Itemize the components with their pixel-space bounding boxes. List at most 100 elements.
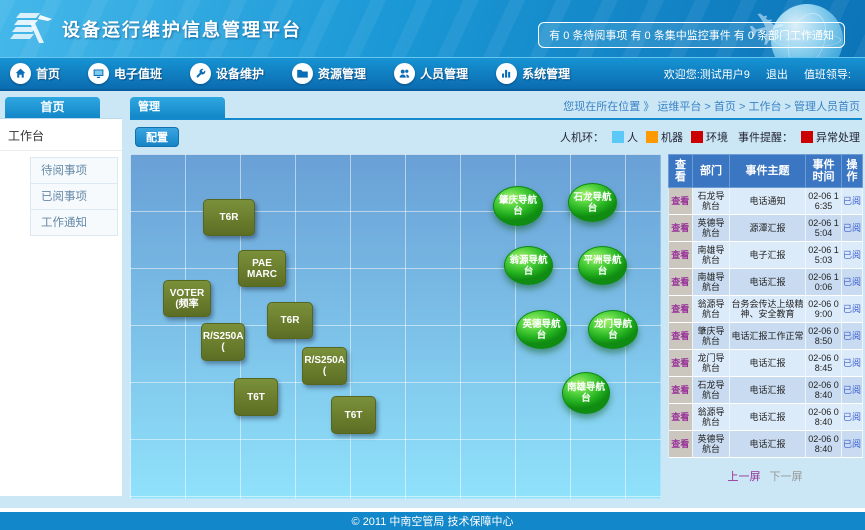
read-status-link[interactable]: 已阅: [843, 223, 861, 233]
station-node[interactable]: 英德导航台: [516, 310, 567, 349]
time-cell: 02-06 16:35: [806, 188, 842, 215]
pagination: 上一屏 下一屏: [668, 468, 862, 484]
station-node[interactable]: 肇庆导航台: [493, 186, 543, 226]
station-node[interactable]: 翁源导航台: [504, 246, 553, 285]
event-row: 查看龙门导航台电话汇报02-06 08:45已阅: [669, 350, 863, 377]
read-status-link[interactable]: 已阅: [843, 196, 861, 206]
view-cell: 查看: [669, 215, 693, 242]
station-node[interactable]: 平洲导航台: [578, 246, 627, 285]
breadcrumb: 您现在所在位置 》 运维平台 > 首页 > 工作台 > 管理人员首页: [563, 98, 862, 118]
read-status-link[interactable]: 已阅: [843, 358, 861, 368]
sidebar-panel: 工作台 待阅事项已阅事项工作通知: [0, 118, 122, 496]
nav-items: 首页 电子值班 设备维护 资源管理 人员管理 系统管理: [0, 63, 570, 84]
time-cell: 02-06 15:04: [806, 215, 842, 242]
op-cell: 已阅: [842, 215, 863, 242]
nav-item-system-management[interactable]: 系统管理: [496, 63, 570, 84]
time-cell: 02-06 08:45: [806, 350, 842, 377]
copyright-text: © 2011 中南空管局 技术保障中心: [352, 513, 514, 529]
view-link[interactable]: 查看: [671, 223, 689, 233]
event-row: 查看英德导航台电话汇报02-06 08:40已阅: [669, 431, 863, 458]
tab-bar: 管理 您现在所在位置 》 运维平台 > 首页 > 工作台 > 管理人员首页: [130, 97, 862, 120]
view-link[interactable]: 查看: [671, 250, 689, 260]
column-header: 事件时间: [806, 155, 842, 188]
read-status-link[interactable]: 已阅: [843, 412, 861, 422]
dept-cell: 石龙导航台: [693, 188, 730, 215]
sidebar-item-read-items[interactable]: 已阅事项: [30, 183, 118, 210]
view-link[interactable]: 查看: [671, 331, 689, 341]
view-link[interactable]: 查看: [671, 439, 689, 449]
toolbar: 配置 人机环：人机器环境事件提醒：异常处理: [130, 124, 862, 150]
nav-item-equipment-maintenance[interactable]: 设备维护: [190, 63, 264, 84]
device-node[interactable]: T6T: [234, 378, 278, 416]
subject-cell: 电话汇报工作正常: [730, 323, 806, 350]
legend-swatch-abnormal: [801, 131, 813, 143]
view-link[interactable]: 查看: [671, 358, 689, 368]
events-table: 查看部门事件主题事件时间操作查看石龙导航台电话通知02-06 16:35已阅查看…: [668, 154, 863, 458]
column-header: 部门: [693, 155, 730, 188]
legend-group-label: 人机环：: [560, 129, 604, 145]
logout-link[interactable]: 退出: [766, 66, 788, 82]
device-node[interactable]: R/S250A (: [201, 323, 245, 361]
legend: 人机环：人机器环境事件提醒：异常处理: [550, 129, 862, 145]
notification-bar: 有 0 条待阅事项 有 0 条集中监控事件 有 0 条部门工作通知: [538, 22, 845, 48]
view-cell: 查看: [669, 269, 693, 296]
device-node[interactable]: T6R: [203, 199, 255, 236]
nav-item-home[interactable]: 首页: [10, 63, 60, 84]
read-status-link[interactable]: 已阅: [843, 331, 861, 341]
view-link[interactable]: 查看: [671, 385, 689, 395]
read-status-link[interactable]: 已阅: [843, 439, 861, 449]
next-page-link[interactable]: 下一屏: [770, 471, 803, 483]
legend-group-label: 事件提醒：: [738, 129, 793, 145]
event-row: 查看南雄导航台电话汇报02-06 10:06已阅: [669, 269, 863, 296]
op-cell: 已阅: [842, 269, 863, 296]
nav-user-area: 欢迎您:测试用户9 退出 值班领导:: [664, 66, 865, 82]
prev-page-link[interactable]: 上一屏: [727, 471, 760, 483]
chart-icon: [496, 63, 517, 84]
read-status-link[interactable]: 已阅: [843, 304, 861, 314]
time-cell: 02-06 08:50: [806, 323, 842, 350]
read-status-link[interactable]: 已阅: [843, 385, 861, 395]
tab-manage[interactable]: 管理: [130, 97, 225, 118]
op-cell: 已阅: [842, 296, 863, 323]
nav-item-label: 人员管理: [420, 65, 468, 82]
content-row: T6R PAE MARC VOTER (频率 T6R R/S250A ( R/S250A …: [130, 154, 862, 508]
station-node[interactable]: 南雄导航台: [562, 372, 610, 414]
sidebar-item-work-notices[interactable]: 工作通知: [30, 209, 118, 236]
view-link[interactable]: 查看: [671, 277, 689, 287]
nav-item-electronic-duty[interactable]: 电子值班: [88, 63, 162, 84]
device-node[interactable]: T6R: [267, 302, 313, 339]
config-button[interactable]: 配置: [135, 127, 179, 147]
device-node[interactable]: PAE MARC: [238, 250, 286, 287]
device-node[interactable]: VOTER (频率: [163, 280, 211, 317]
view-cell: 查看: [669, 404, 693, 431]
read-status-link[interactable]: 已阅: [843, 250, 861, 260]
users-icon: [394, 63, 415, 84]
sidebar-item-pending-items[interactable]: 待阅事项: [30, 157, 118, 184]
sidebar-menu: 待阅事项已阅事项工作通知: [0, 151, 122, 236]
device-node[interactable]: T6T: [331, 396, 376, 434]
nav-item-resource-management[interactable]: 资源管理: [292, 63, 366, 84]
event-row: 查看肇庆导航台电话汇报工作正常02-06 08:50已阅: [669, 323, 863, 350]
duty-leader-label: 值班领导:: [804, 66, 851, 82]
subject-cell: 电话汇报: [730, 269, 806, 296]
time-cell: 02-06 08:40: [806, 404, 842, 431]
read-status-link[interactable]: 已阅: [843, 277, 861, 287]
logo-icon: [10, 9, 56, 49]
dept-cell: 肇庆导航台: [693, 323, 730, 350]
view-link[interactable]: 查看: [671, 196, 689, 206]
view-link[interactable]: 查看: [671, 304, 689, 314]
station-node[interactable]: 石龙导航台: [568, 183, 617, 222]
sidebar-tab-home[interactable]: 首页: [5, 97, 100, 118]
time-cell: 02-06 08:40: [806, 431, 842, 458]
nav-item-label: 首页: [36, 65, 60, 82]
view-cell: 查看: [669, 242, 693, 269]
nav-item-personnel-management[interactable]: 人员管理: [394, 63, 468, 84]
dept-cell: 南雄导航台: [693, 242, 730, 269]
device-node[interactable]: R/S250A (: [302, 347, 347, 385]
column-header: 查看: [669, 155, 693, 188]
view-link[interactable]: 查看: [671, 412, 689, 422]
station-node[interactable]: 龙门导航台: [588, 310, 638, 349]
wrench-icon: [190, 63, 211, 84]
dept-cell: 英德导航台: [693, 215, 730, 242]
time-cell: 02-06 15:03: [806, 242, 842, 269]
